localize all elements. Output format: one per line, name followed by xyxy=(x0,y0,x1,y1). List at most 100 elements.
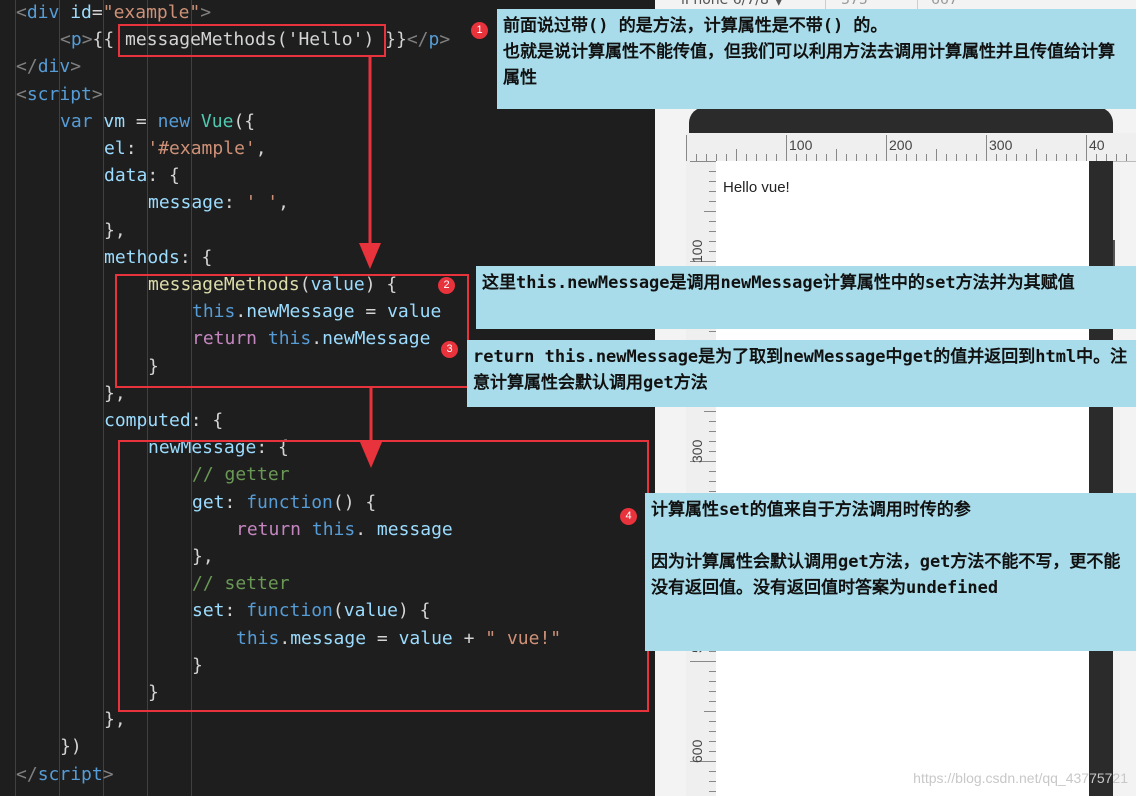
watermark: https://blog.csdn.net/qq_43775721 xyxy=(913,770,1128,786)
ruler-tick xyxy=(756,154,757,161)
ruler-tick xyxy=(776,154,777,161)
code-line[interactable]: }) xyxy=(60,733,82,760)
ruler-tick xyxy=(709,481,716,482)
ruler-tick xyxy=(709,691,716,692)
ruler-tick xyxy=(686,135,687,161)
code-token: : xyxy=(125,138,148,159)
code-line[interactable]: data: { xyxy=(104,162,180,189)
ruler-tick xyxy=(1096,154,1097,161)
ruler-tick xyxy=(1106,154,1107,161)
ruler-tick xyxy=(736,149,737,161)
ruler-label: 600 xyxy=(689,739,705,763)
code-line[interactable]: <div id="example"> xyxy=(16,0,211,26)
annotation-badge: 2 xyxy=(438,277,455,294)
ruler-tick xyxy=(816,154,817,161)
ruler-tick xyxy=(896,154,897,161)
ruler-tick xyxy=(806,154,807,161)
ruler-tick xyxy=(976,154,977,161)
ruler-tick xyxy=(846,154,847,161)
code-token: </ xyxy=(16,56,38,78)
ruler-tick xyxy=(826,154,827,161)
code-line[interactable]: </div> xyxy=(16,53,81,80)
ruler-tick xyxy=(1056,154,1057,161)
code-token: "example" xyxy=(102,2,201,23)
ruler-tick xyxy=(709,741,716,742)
code-token: </ xyxy=(16,763,38,785)
code-line[interactable]: el: '#example', xyxy=(104,135,267,162)
code-token: el xyxy=(104,138,126,159)
code-token: p xyxy=(428,29,440,51)
ruler-tick xyxy=(766,154,767,161)
code-token: > xyxy=(91,83,103,105)
code-line[interactable]: var vm = new Vue({ xyxy=(60,108,255,135)
code-token: : { xyxy=(190,410,224,431)
phone-bezel xyxy=(1089,161,1113,796)
code-token: > xyxy=(439,29,451,51)
code-token: ' ' xyxy=(245,192,279,214)
ruler-tick xyxy=(696,154,697,161)
ruler-tick xyxy=(709,651,716,652)
ruler-label: 40 xyxy=(1089,137,1105,153)
code-token: > xyxy=(200,2,212,23)
device-select[interactable]: iPhone 6/7/8 ▼ xyxy=(681,0,784,8)
ruler-tick xyxy=(1026,154,1027,161)
code-token: }) xyxy=(60,736,82,758)
ruler-tick xyxy=(709,421,716,422)
code-token: > xyxy=(102,763,114,785)
code-token: : xyxy=(223,192,246,214)
ruler-tick xyxy=(1126,154,1127,161)
annotation-note: 计算属性set的值来自于方法调用时传的参 因为计算属性会默认调用get方法，ge… xyxy=(645,493,1136,651)
code-token: , xyxy=(255,138,267,159)
ruler-tick xyxy=(876,154,877,161)
ruler-tick xyxy=(709,201,716,202)
horizontal-ruler: 100 200 300 40 xyxy=(686,133,1136,162)
vertical-ruler: 1003005600 xyxy=(686,161,717,796)
code-token: > xyxy=(81,29,93,51)
ruler-tick xyxy=(1036,149,1037,161)
ruler-label: 300 xyxy=(989,137,1013,153)
code-line[interactable]: </script> xyxy=(16,761,114,788)
device-height-input[interactable]: 667 xyxy=(931,0,958,8)
code-token: : { xyxy=(179,246,213,268)
code-token: = xyxy=(91,2,103,23)
code-token: id xyxy=(70,2,92,23)
code-line[interactable]: methods: { xyxy=(104,244,212,271)
code-token: message xyxy=(148,192,224,214)
code-line[interactable]: <script> xyxy=(16,81,103,108)
ruler-tick xyxy=(1006,154,1007,161)
annotation-badge: 3 xyxy=(441,341,458,358)
ruler-tick xyxy=(709,721,716,722)
ruler-tick xyxy=(1076,154,1077,161)
rendered-paragraph: Hello vue! xyxy=(723,179,790,196)
ruler-tick xyxy=(709,441,716,442)
code-token: < xyxy=(60,29,71,51)
ruler-label: 100 xyxy=(789,137,813,153)
code-token: }, xyxy=(104,709,126,731)
device-width-input[interactable]: 375 xyxy=(841,0,868,8)
ruler-tick xyxy=(986,135,987,161)
highlight-box-method xyxy=(115,274,469,388)
code-token: new xyxy=(157,110,201,132)
ruler-label: 200 xyxy=(889,137,913,153)
code-line[interactable]: computed: { xyxy=(104,407,223,434)
code-line[interactable]: message: ' ', xyxy=(148,189,289,216)
code-token: < xyxy=(16,2,27,23)
ruler-tick xyxy=(726,154,727,161)
ruler-tick xyxy=(709,231,716,232)
ruler-tick xyxy=(709,731,716,732)
ruler-tick xyxy=(709,701,716,702)
ruler-tick xyxy=(916,154,917,161)
code-line[interactable]: }, xyxy=(104,217,126,244)
ruler-tick xyxy=(746,154,747,161)
ruler-tick xyxy=(690,161,716,162)
device-viewport[interactable]: Hello vue! xyxy=(716,161,1089,796)
ruler-tick xyxy=(709,471,716,472)
ruler-tick xyxy=(709,791,716,792)
code-token: methods xyxy=(104,246,180,268)
ruler-tick xyxy=(709,781,716,782)
arrow-down-icon xyxy=(359,55,381,269)
annotation-badge: 1 xyxy=(471,22,488,39)
ruler-tick xyxy=(709,681,716,682)
annotation-badge: 4 xyxy=(620,508,637,525)
ruler-tick xyxy=(704,211,716,212)
